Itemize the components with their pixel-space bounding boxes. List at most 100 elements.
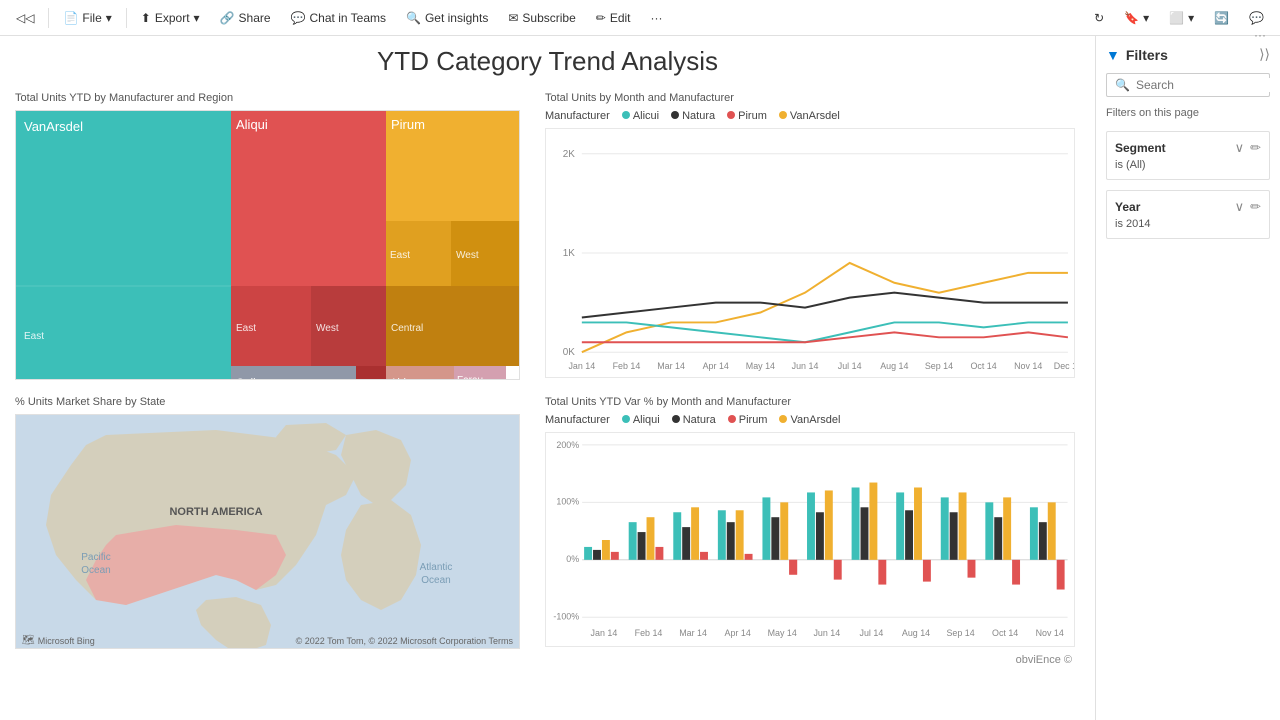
svg-text:Oct 14: Oct 14	[970, 361, 996, 371]
separator-1	[48, 8, 49, 28]
svg-text:West: West	[316, 323, 339, 334]
chevron-down-icon-2: ▾	[194, 11, 200, 25]
svg-text:-100%: -100%	[553, 611, 579, 621]
search-icon: 🔍	[1115, 78, 1130, 92]
svg-text:Pacific: Pacific	[81, 552, 110, 563]
bookmark-icon: 🔖	[1124, 11, 1139, 25]
legend-alicui: Alicui	[622, 110, 659, 122]
svg-text:0K: 0K	[563, 347, 576, 358]
svg-text:Central: Central	[360, 378, 389, 380]
svg-text:VanArsdel: VanArsdel	[24, 119, 83, 134]
svg-text:May 14: May 14	[768, 628, 797, 638]
edit-icon: ✏	[596, 11, 606, 25]
svg-text:Nov 14: Nov 14	[1036, 628, 1064, 638]
top-charts-row: Total Units YTD by Manufacturer and Regi…	[15, 92, 1080, 381]
svg-text:Sep 14: Sep 14	[925, 361, 953, 371]
comment-button[interactable]: 💬	[1241, 7, 1272, 29]
line-chart-svg: 2K 1K 0K Jan 14	[545, 128, 1075, 378]
treemap-chart[interactable]: VanArsdel East West Central West	[15, 110, 520, 380]
filters-section-label: Filters on this page	[1106, 107, 1270, 119]
svg-text:Jul 14: Jul 14	[838, 361, 862, 371]
svg-text:Mar 14: Mar 14	[679, 628, 707, 638]
year-filter-card[interactable]: Year ∨ ✏ is 2014	[1106, 190, 1270, 239]
year-filter-controls: ∨ ✏	[1235, 199, 1261, 215]
segment-filter-card[interactable]: Segment ∨ ✏ is (All)	[1106, 131, 1270, 180]
map-label: % Units Market Share by State	[15, 396, 530, 408]
chat-in-teams-button[interactable]: 💬 Chat in Teams	[283, 7, 394, 29]
year-filter-title: Year	[1115, 200, 1140, 214]
export-button[interactable]: ⬆ Export ▾	[133, 7, 208, 29]
chevron-down-icon: ▾	[106, 11, 112, 25]
reset-button[interactable]: 🔄	[1206, 7, 1237, 29]
view-icon: ⬜	[1169, 11, 1184, 25]
back-button[interactable]: ◁◁	[8, 7, 42, 29]
comment-icon: 💬	[1249, 11, 1264, 25]
svg-text:Feb 14: Feb 14	[635, 628, 663, 638]
chevron-down-icon-4: ▾	[1188, 11, 1194, 25]
svg-text:West: West	[456, 250, 479, 261]
svg-text:East: East	[390, 250, 410, 261]
subscribe-icon: ✉	[508, 11, 518, 25]
svg-text:Jan 14: Jan 14	[568, 361, 595, 371]
get-insights-button[interactable]: 🔍 Get insights	[398, 7, 496, 29]
year-chevron-icon[interactable]: ∨	[1235, 199, 1245, 215]
reset-icon: 🔄	[1214, 11, 1229, 25]
legend-natura: Natura	[671, 110, 715, 122]
treemap-container: Total Units YTD by Manufacturer and Regi…	[15, 92, 530, 381]
separator-2	[126, 8, 127, 28]
segment-filter-value: is (All)	[1115, 159, 1261, 171]
bookmark-button[interactable]: 🔖 ▾	[1116, 7, 1157, 29]
treemap-label: Total Units YTD by Manufacturer and Regi…	[15, 92, 530, 104]
map-chart[interactable]: Pacific Ocean Atlantic Ocean NORTH AMERI…	[15, 414, 520, 649]
segment-chevron-icon[interactable]: ∨	[1235, 140, 1245, 156]
svg-text:Ocean: Ocean	[81, 565, 110, 576]
svg-text:Jul 14: Jul 14	[860, 628, 884, 638]
refresh-button[interactable]: ↻	[1086, 7, 1112, 29]
share-icon: 🔗	[220, 11, 235, 25]
filters-expand-button[interactable]: ⟩⟩	[1259, 46, 1270, 63]
filters-more-icon[interactable]: ···	[1254, 28, 1266, 42]
back-icon: ◁◁	[16, 11, 34, 25]
svg-text:Dec 14: Dec 14	[1054, 361, 1075, 371]
treemap-svg: VanArsdel East West Central West	[16, 111, 520, 380]
filter-search-input[interactable]	[1136, 78, 1280, 92]
svg-text:Abbas: Abbas	[390, 377, 422, 380]
file-menu[interactable]: 📄 File ▾	[55, 7, 119, 29]
svg-text:Oct 14: Oct 14	[992, 628, 1018, 638]
svg-text:Aug 14: Aug 14	[902, 628, 930, 638]
bar-legend-natura: Natura	[672, 414, 716, 426]
powerbi-attribution: obviEnce ©	[545, 650, 1080, 670]
segment-filter-header: Segment ∨ ✏	[1115, 140, 1261, 156]
bing-icon: 🗺	[22, 635, 35, 646]
bottom-charts-row: % Units Market Share by State	[15, 396, 1080, 670]
svg-text:Apr 14: Apr 14	[725, 628, 751, 638]
edit-button[interactable]: ✏ Edit	[588, 7, 639, 29]
svg-text:May 14: May 14	[746, 361, 775, 371]
map-container: % Units Market Share by State	[15, 396, 530, 670]
svg-text:Pirum: Pirum	[391, 117, 425, 132]
svg-text:100%: 100%	[556, 496, 579, 506]
svg-text:Jun 14: Jun 14	[792, 361, 819, 371]
bar-chart-label: Total Units YTD Var % by Month and Manuf…	[545, 396, 1080, 408]
subscribe-button[interactable]: ✉ Subscribe	[500, 7, 583, 29]
view-button[interactable]: ⬜ ▾	[1161, 7, 1202, 29]
svg-text:200%: 200%	[556, 440, 579, 450]
line-chart-legend: Manufacturer Alicui Natura Pirum VanArsd…	[545, 110, 1080, 122]
svg-text:Feb 14: Feb 14	[613, 361, 641, 371]
segment-edit-icon[interactable]: ✏	[1250, 140, 1261, 156]
year-filter-header: Year ∨ ✏	[1115, 199, 1261, 215]
svg-text:Apr 14: Apr 14	[703, 361, 729, 371]
refresh-icon: ↻	[1094, 11, 1104, 25]
insights-icon: 🔍	[406, 11, 421, 25]
year-edit-icon[interactable]: ✏	[1250, 199, 1261, 215]
map-copyright: © 2022 Tom Tom, © 2022 Microsoft Corpora…	[296, 636, 513, 646]
share-button[interactable]: 🔗 Share	[212, 7, 279, 29]
segment-filter-controls: ∨ ✏	[1235, 140, 1261, 156]
filter-search-box[interactable]: 🔍	[1106, 73, 1270, 97]
chevron-down-icon-3: ▾	[1143, 11, 1149, 25]
main-layout: YTD Category Trend Analysis Total Units …	[0, 36, 1280, 720]
toolbar: ◁◁ 📄 File ▾ ⬆ Export ▾ 🔗 Share 💬 Chat in…	[0, 0, 1280, 36]
bar-legend-aliqui: Aliqui	[622, 414, 660, 426]
more-button[interactable]: ···	[643, 7, 671, 29]
legend-vanarsdeL: VanArsdel	[779, 110, 840, 122]
